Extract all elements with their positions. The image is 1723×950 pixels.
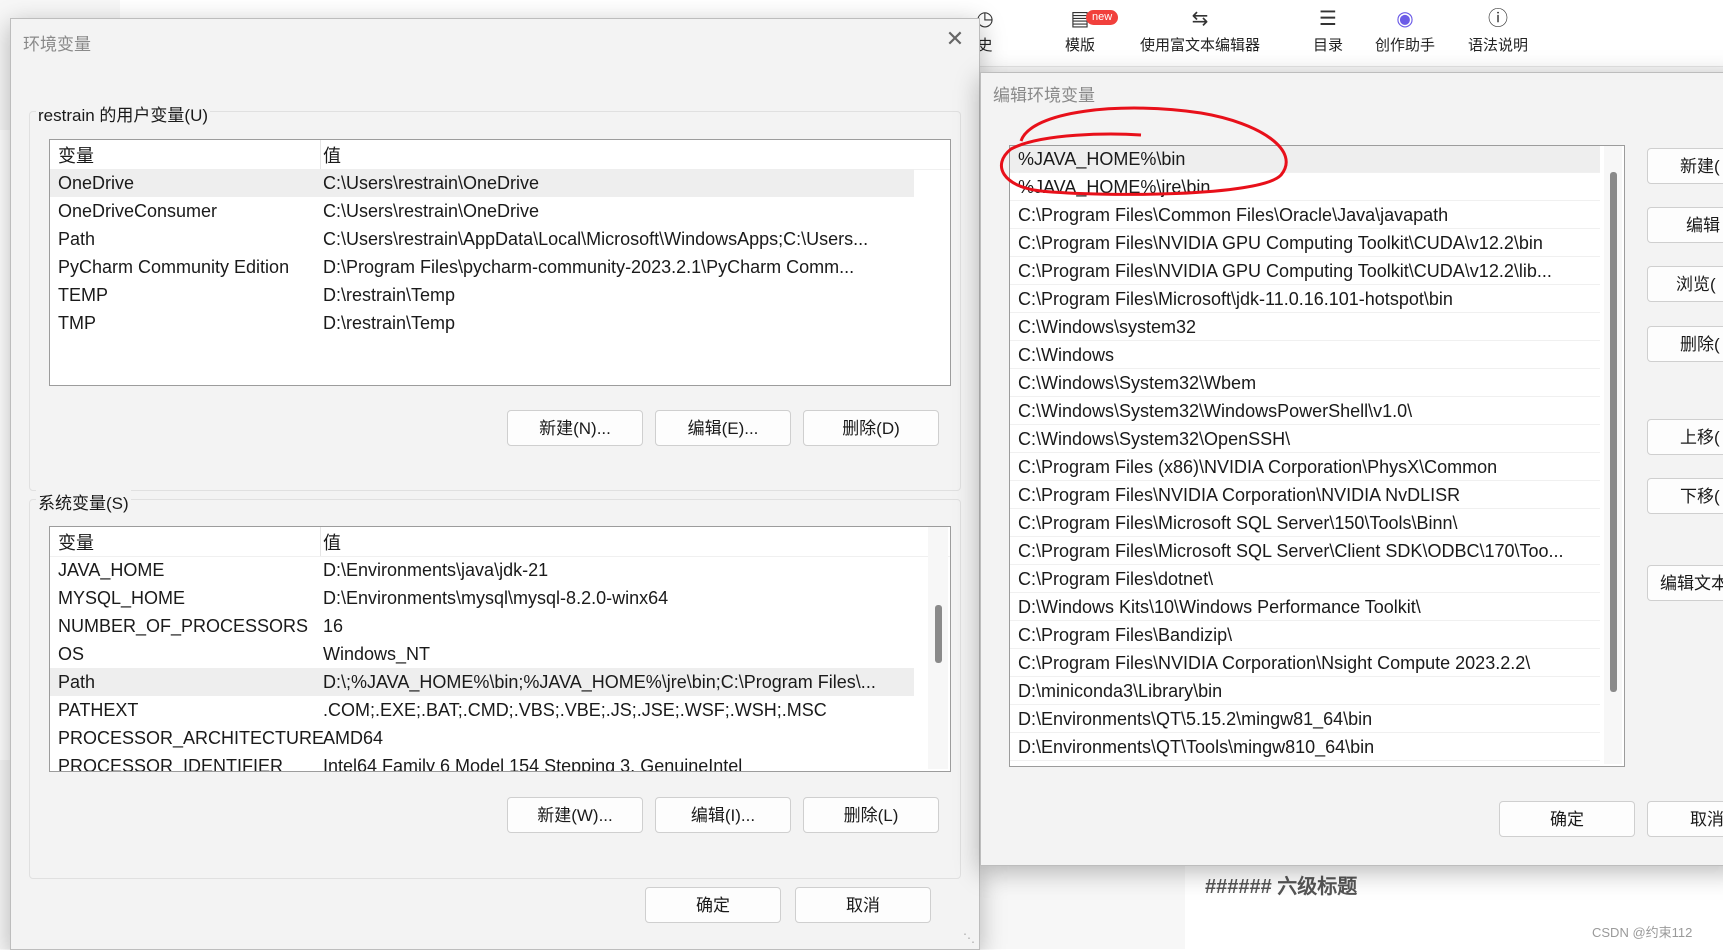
edit-text-button[interactable]: 编辑文本 [1647, 565, 1723, 601]
table-row[interactable]: PROCESSOR_IDENTIFIER Intel64 Family 6 Mo… [50, 752, 914, 771]
user-variables-label: restrain 的用户变量(U) [36, 101, 211, 126]
edit-edit-button[interactable]: 编辑 [1647, 207, 1723, 243]
list-header: 变量 值 [50, 527, 950, 557]
list-item[interactable]: C:\Program Files\NVIDIA Corporation\NVID… [1010, 482, 1600, 509]
list-icon: ☰ [1319, 8, 1337, 30]
list-item[interactable]: C:\Program Files\Microsoft SQL Server\Cl… [1010, 538, 1600, 565]
edit-env-variable-dialog: 编辑环境变量 %JAVA_HOME%\bin %JAVA_HOME%\jre\b… [980, 72, 1723, 866]
scrollbar-thumb[interactable] [935, 605, 942, 663]
env-variables-dialog: 环境变量 ✕ restrain 的用户变量(U) 变量 值 OneDrive C… [10, 18, 980, 950]
list-item[interactable]: C:\Windows\system32 [1010, 314, 1600, 341]
list-item[interactable]: C:\Windows\System32\OpenSSH\ [1010, 426, 1600, 453]
list-item[interactable]: C:\Program Files\Microsoft\jdk-11.0.16.1… [1010, 286, 1600, 313]
table-row[interactable]: NUMBER_OF_PROCESSORS 16 [50, 612, 914, 640]
edit-ok-button[interactable]: 确定 [1499, 801, 1635, 837]
list-item[interactable]: C:\Windows [1010, 342, 1600, 369]
table-row[interactable]: TMP D:\restrain\Temp [50, 309, 914, 337]
system-new-button[interactable]: 新建(W)... [507, 797, 643, 833]
list-item[interactable]: D:\miniconda3\Library\bin [1010, 678, 1600, 705]
system-edit-button[interactable]: 编辑(I)... [655, 797, 791, 833]
system-variables-label: 系统变量(S) [36, 489, 131, 514]
resize-grip-icon[interactable]: ⋱ [963, 931, 975, 945]
system-list-scrollbar[interactable] [928, 527, 948, 769]
ok-button[interactable]: 确定 [645, 887, 781, 923]
list-item[interactable]: C:\Program Files\Common Files\Oracle\Jav… [1010, 202, 1600, 229]
user-delete-button[interactable]: 删除(D) [803, 410, 939, 446]
help-icon: ⓘ [1488, 8, 1508, 30]
system-variables-list[interactable]: 变量 值 JAVA_HOME D:\Environments\java\jdk-… [49, 526, 951, 772]
path-list-scrollbar[interactable] [1604, 146, 1622, 764]
cancel-button[interactable]: 取消 [795, 887, 931, 923]
list-item[interactable]: D:\Environments\QT\Tools\mingw810_64\bin [1010, 734, 1600, 761]
toolbar-rich-editor-button[interactable]: ⇆ 使用富文本编辑器 [1130, 6, 1270, 64]
list-item[interactable]: C:\Program Files\dotnet\ [1010, 566, 1600, 593]
user-new-button[interactable]: 新建(N)... [507, 410, 643, 446]
table-row-selected[interactable]: Path D:\;%JAVA_HOME%\bin;%JAVA_HOME%\jre… [50, 668, 914, 696]
table-row[interactable]: OneDrive C:\Users\restrain\OneDrive [50, 169, 914, 197]
toolbar-syntax-button[interactable]: ⓘ 语法说明 [1463, 6, 1533, 64]
column-separator [320, 527, 321, 556]
toolbar-template-button[interactable]: ▤ 模版 new [1050, 6, 1119, 64]
new-badge: new [1086, 10, 1119, 25]
editor-heading6-text: ###### 六级标题 [1205, 876, 1358, 898]
list-item[interactable]: D:\Environments\QT\5.15.2\mingw81_64\bin [1010, 706, 1600, 733]
table-row[interactable]: TEMP D:\restrain\Temp [50, 281, 914, 309]
edit-new-button[interactable]: 新建( [1647, 148, 1723, 184]
dialog-title: 环境变量 [23, 35, 91, 54]
list-item[interactable]: C:\Program Files\NVIDIA GPU Computing To… [1010, 258, 1600, 285]
user-variables-list[interactable]: 变量 值 OneDrive C:\Users\restrain\OneDrive… [49, 139, 951, 386]
toolbar-assistant-button[interactable]: ◉ 创作助手 [1370, 6, 1440, 64]
list-item[interactable]: C:\Program Files\Microsoft SQL Server\15… [1010, 510, 1600, 537]
table-row[interactable]: PyCharm Community Edition D:\Program Fil… [50, 253, 914, 281]
list-item[interactable]: C:\Program Files (x86)\NVIDIA Corporatio… [1010, 454, 1600, 481]
list-item[interactable]: C:\Program Files\Bandizip\ [1010, 622, 1600, 649]
col-value-header[interactable]: 值 [323, 529, 341, 555]
col-variable-header[interactable]: 变量 [58, 142, 94, 168]
list-item[interactable]: C:\Windows\System32\WindowsPowerShell\v1… [1010, 398, 1600, 425]
red-annotation-ellipse [999, 106, 1288, 196]
edit-browse-button[interactable]: 浏览( [1647, 266, 1723, 302]
table-row[interactable]: MYSQL_HOME D:\Environments\mysql\mysql-8… [50, 584, 914, 612]
column-separator [320, 140, 321, 169]
edit-delete-button[interactable]: 删除( [1647, 326, 1723, 362]
list-item[interactable]: D:\Windows Kits\10\Windows Performance T… [1010, 594, 1600, 621]
table-row[interactable]: Path C:\Users\restrain\AppData\Local\Mic… [50, 225, 914, 253]
table-row[interactable]: OneDriveConsumer C:\Users\restrain\OneDr… [50, 197, 914, 225]
system-delete-button[interactable]: 删除(L) [803, 797, 939, 833]
scrollbar-thumb[interactable] [1610, 172, 1617, 692]
table-row[interactable]: OS Windows_NT [50, 640, 914, 668]
col-variable-header[interactable]: 变量 [58, 529, 94, 555]
robot-icon: ◉ [1396, 8, 1414, 30]
list-item[interactable]: C:\Program Files\NVIDIA GPU Computing To… [1010, 230, 1600, 257]
list-header: 变量 值 [50, 140, 950, 170]
toolbar-toc-button[interactable]: ☰ 目录 [1308, 6, 1348, 64]
table-row[interactable]: PATHEXT .COM;.EXE;.BAT;.CMD;.VBS;.VBE;.J… [50, 696, 914, 724]
user-edit-button[interactable]: 编辑(E)... [655, 410, 791, 446]
close-icon[interactable]: ✕ [941, 25, 969, 53]
table-row[interactable]: JAVA_HOME D:\Environments\java\jdk-21 [50, 556, 914, 584]
edit-cancel-button[interactable]: 取消 [1647, 801, 1723, 837]
col-value-header[interactable]: 值 [323, 142, 341, 168]
list-item[interactable]: C:\Program Files\NVIDIA Corporation\Nsig… [1010, 650, 1600, 677]
path-entries-list[interactable]: %JAVA_HOME%\bin %JAVA_HOME%\jre\bin C:\P… [1009, 145, 1625, 767]
list-item[interactable]: C:\Windows\System32\Wbem [1010, 370, 1600, 397]
switch-icon: ⇆ [1191, 8, 1209, 30]
move-down-button[interactable]: 下移( [1647, 478, 1723, 514]
move-up-button[interactable]: 上移( [1647, 419, 1723, 455]
table-row[interactable]: PROCESSOR_ARCHITECTURE AMD64 [50, 724, 914, 752]
watermark: CSDN @约束112 [1592, 925, 1693, 940]
